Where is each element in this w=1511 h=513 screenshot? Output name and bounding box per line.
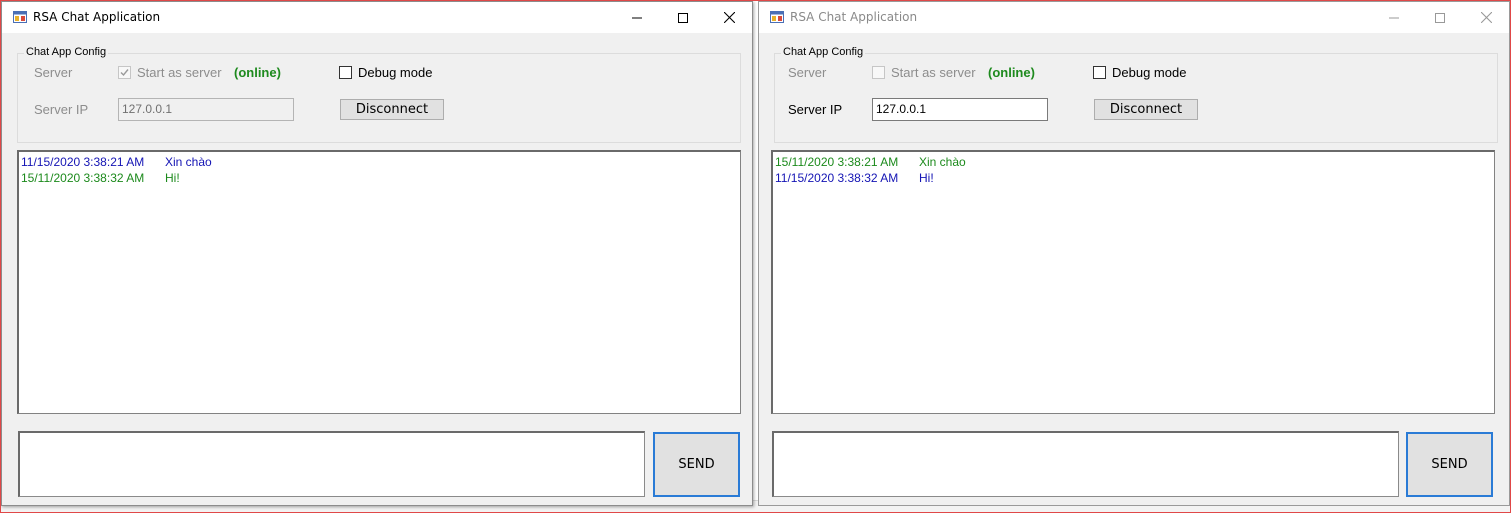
- message-text: Xin chào: [165, 155, 212, 169]
- start-as-server-label: Start as server: [137, 65, 222, 80]
- checkmark-icon: [120, 69, 129, 77]
- minimize-button[interactable]: [1371, 2, 1417, 33]
- message-timestamp: 11/15/2020 3:38:32 AM: [775, 171, 899, 185]
- server-label: Server: [34, 65, 73, 80]
- close-icon: [1480, 12, 1492, 23]
- send-button[interactable]: SEND: [1406, 432, 1493, 497]
- chat-message: 11/15/2020 3:38:21 AM Xin chào: [21, 154, 738, 170]
- status-online-label: (online): [234, 65, 281, 80]
- chat-message: 15/11/2020 3:38:32 AM Hi!: [21, 170, 738, 186]
- debug-mode-checkbox[interactable]: [339, 66, 352, 79]
- app-window-icon: [13, 11, 27, 23]
- server-ip-label: Server IP: [788, 102, 843, 117]
- minimize-button[interactable]: [614, 2, 660, 33]
- close-icon: [723, 12, 735, 23]
- close-button[interactable]: [1463, 2, 1509, 33]
- message-text: Hi!: [165, 171, 180, 185]
- message-timestamp: 15/11/2020 3:38:32 AM: [21, 171, 145, 185]
- server-ip-input[interactable]: 127.0.0.1: [872, 98, 1048, 121]
- chat-message: 11/15/2020 3:38:32 AM Hi!: [775, 170, 1492, 186]
- window-title: RSA Chat Application: [33, 10, 161, 24]
- debug-mode-label: Debug mode: [1112, 65, 1187, 80]
- window-title: RSA Chat Application: [790, 10, 918, 24]
- message-timestamp: 15/11/2020 3:38:21 AM: [775, 155, 899, 169]
- debug-mode-label: Debug mode: [358, 65, 433, 80]
- title-bar[interactable]: RSA Chat Application: [2, 2, 752, 33]
- start-as-server-checkbox[interactable]: [118, 66, 131, 79]
- close-button[interactable]: [706, 2, 752, 33]
- status-online-label: (online): [988, 65, 1035, 80]
- maximize-icon: [1435, 12, 1445, 23]
- disconnect-button[interactable]: Disconnect: [1094, 99, 1198, 120]
- title-bar[interactable]: RSA Chat Application: [759, 2, 1509, 33]
- maximize-button[interactable]: [660, 2, 706, 33]
- config-group-title: Chat App Config: [781, 46, 866, 58]
- start-as-server-label: Start as server: [891, 65, 976, 80]
- config-group-title: Chat App Config: [24, 46, 109, 58]
- chat-window-server[interactable]: RSA Chat Application Chat App Config Ser…: [1, 1, 753, 506]
- maximize-button[interactable]: [1417, 2, 1463, 33]
- start-as-server-checkbox[interactable]: [872, 66, 885, 79]
- server-ip-label: Server IP: [34, 102, 89, 117]
- minimize-icon: [632, 17, 642, 18]
- message-text: Hi!: [919, 171, 934, 185]
- chat-log[interactable]: 15/11/2020 3:38:21 AM Xin chào 11/15/202…: [771, 150, 1495, 414]
- server-ip-input[interactable]: 127.0.0.1: [118, 98, 294, 121]
- app-window-icon: [770, 11, 784, 23]
- server-label: Server: [788, 65, 827, 80]
- minimize-icon: [1389, 17, 1399, 18]
- chat-window-client[interactable]: RSA Chat Application Chat App Config Ser…: [758, 1, 1510, 506]
- maximize-icon: [678, 12, 688, 23]
- message-input[interactable]: [772, 431, 1399, 497]
- disconnect-button[interactable]: Disconnect: [340, 99, 444, 120]
- send-button[interactable]: SEND: [653, 432, 740, 497]
- chat-log[interactable]: 11/15/2020 3:38:21 AM Xin chào 15/11/202…: [17, 150, 741, 414]
- message-timestamp: 11/15/2020 3:38:21 AM: [21, 155, 145, 169]
- message-text: Xin chào: [919, 155, 966, 169]
- debug-mode-checkbox[interactable]: [1093, 66, 1106, 79]
- message-input[interactable]: [18, 431, 645, 497]
- chat-message: 15/11/2020 3:38:21 AM Xin chào: [775, 154, 1492, 170]
